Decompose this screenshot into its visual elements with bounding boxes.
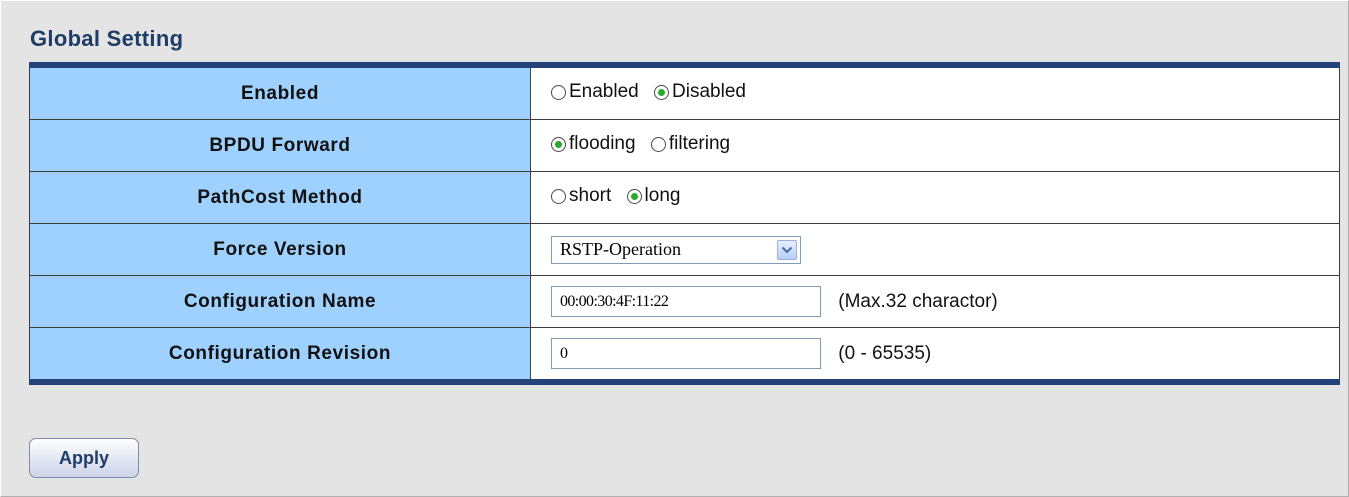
radio-label: long xyxy=(644,185,681,207)
setting-row-configuration-revision: Configuration Revision (0 - 65535) xyxy=(29,327,1340,383)
radio-circle-unchecked[interactable] xyxy=(551,84,566,100)
radio-circle-checked[interactable] xyxy=(551,136,566,152)
radio-pathcost-short[interactable]: short xyxy=(551,185,611,207)
apply-button[interactable]: Apply xyxy=(29,438,139,478)
setting-label-bpdu-forward: BPDU Forward xyxy=(29,119,531,172)
radio-pathcost-long[interactable]: long xyxy=(626,185,681,207)
setting-value-configuration-name: (Max.32 charactor) xyxy=(530,275,1340,328)
section-title: Global Setting xyxy=(30,26,184,51)
configuration-name-hint: (Max.32 charactor) xyxy=(838,290,998,312)
setting-label-pathcost-method: PathCost Method xyxy=(29,171,531,224)
global-setting-table: Enabled Enabled Disabled BPDU Forward fl… xyxy=(29,62,1340,385)
radio-bpdu-filtering[interactable]: filtering xyxy=(650,133,731,155)
setting-label-force-version: Force Version xyxy=(29,223,531,276)
radio-circle-unchecked[interactable] xyxy=(650,136,666,152)
radio-label: Disabled xyxy=(672,81,746,103)
radio-label: Enabled xyxy=(569,81,639,103)
setting-row-pathcost-method: PathCost Method short long xyxy=(29,171,1340,224)
configuration-revision-input[interactable] xyxy=(551,338,821,369)
setting-row-bpdu-forward: BPDU Forward flooding filtering xyxy=(29,119,1340,172)
setting-label-configuration-revision: Configuration Revision xyxy=(29,327,531,383)
configuration-revision-hint: (0 - 65535) xyxy=(838,342,932,364)
setting-label-configuration-name: Configuration Name xyxy=(29,275,531,328)
radio-bpdu-flooding[interactable]: flooding xyxy=(551,133,636,155)
setting-row-force-version: Force Version RSTP-Operation xyxy=(29,223,1340,276)
setting-value-force-version: RSTP-Operation xyxy=(530,223,1340,276)
setting-label-enabled: Enabled xyxy=(29,64,531,120)
setting-value-bpdu-forward: flooding filtering xyxy=(530,119,1340,172)
setting-row-configuration-name: Configuration Name (Max.32 charactor) xyxy=(29,275,1340,328)
setting-value-pathcost-method: short long xyxy=(530,171,1340,224)
force-version-select[interactable]: RSTP-Operation xyxy=(551,235,801,264)
configuration-name-input[interactable] xyxy=(551,286,821,317)
setting-row-enabled: Enabled Enabled Disabled xyxy=(29,64,1340,120)
setting-value-enabled: Enabled Disabled xyxy=(530,64,1340,120)
radio-circle-checked[interactable] xyxy=(626,188,642,204)
radio-enabled-enabled[interactable]: Enabled xyxy=(551,81,639,103)
radio-label: short xyxy=(569,185,612,207)
radio-circle-checked[interactable] xyxy=(654,84,670,100)
force-version-selected-value: RSTP-Operation xyxy=(560,239,681,259)
radio-enabled-disabled[interactable]: Disabled xyxy=(654,81,746,103)
radio-label: flooding xyxy=(569,133,636,155)
chevron-down-icon[interactable] xyxy=(777,239,797,260)
setting-value-configuration-revision: (0 - 65535) xyxy=(530,327,1340,383)
radio-circle-unchecked[interactable] xyxy=(551,188,566,204)
radio-label: filtering xyxy=(668,133,731,155)
